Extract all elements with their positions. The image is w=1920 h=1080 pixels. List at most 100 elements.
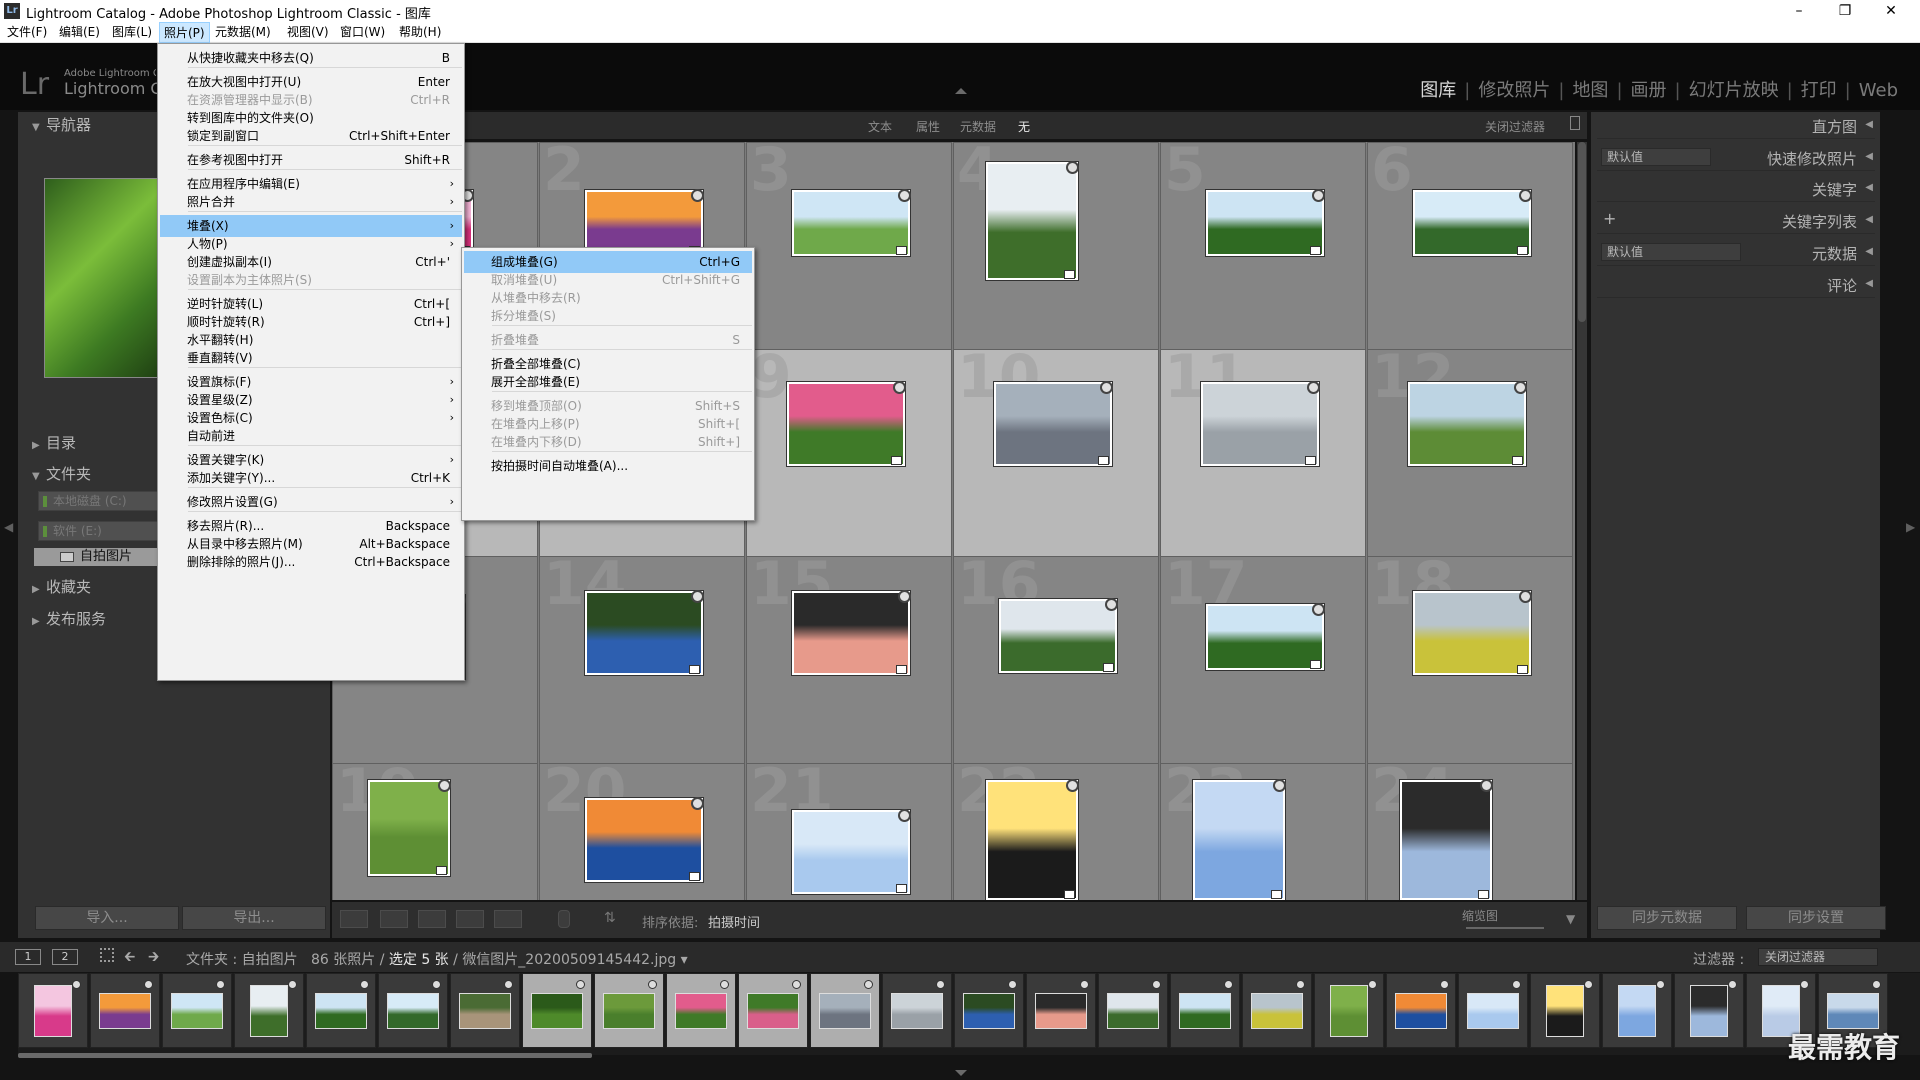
quick-collection-marker-icon[interactable] [720,980,729,989]
grid-cell[interactable]: 3 [746,142,952,350]
grid-cell[interactable]: 23 [1160,763,1366,900]
quick-collection-marker-icon[interactable] [288,980,297,989]
quick-collection-marker-icon[interactable] [893,381,906,394]
quick-collection-marker-icon[interactable] [792,980,801,989]
navigator-header[interactable]: ▼ 导航器 [32,114,91,135]
photo-menu-item[interactable]: 修改照片设置(G) › [160,491,462,513]
quick-collection-marker-icon[interactable] [1519,590,1532,603]
photo-thumbnail[interactable] [1193,780,1285,900]
keywording-header[interactable]: 关键字 ◀ [1597,175,1875,202]
quick-collection-marker-icon[interactable] [1066,161,1079,174]
compare-view-icon[interactable] [418,910,446,928]
quick-collection-marker-icon[interactable] [1519,189,1532,202]
grid-cell[interactable]: 19 [332,763,538,900]
close-button[interactable]: ✕ [1868,0,1914,22]
filmstrip-thumbnail[interactable] [378,973,448,1048]
export-button[interactable]: 导出... [182,906,326,930]
quick-collection-marker-icon[interactable] [1100,381,1113,394]
grid-cell[interactable]: 14 [539,556,745,764]
menu-file[interactable]: 文件(F) [3,22,51,43]
grid-cell[interactable]: 18 [1367,556,1573,764]
primary-window-button[interactable]: 1 [15,949,41,965]
grid-cell[interactable]: 15 [746,556,952,764]
quick-collection-marker-icon[interactable] [1066,779,1079,792]
sync-settings-button[interactable]: 同步设置 [1746,906,1886,930]
grid-cell[interactable]: 20 [539,763,745,900]
back-arrow-icon[interactable]: 🡰 [124,946,135,970]
quick-collection-marker-icon[interactable] [1440,980,1449,989]
photo-thumbnail[interactable] [999,599,1117,673]
quick-collection-marker-icon[interactable] [1656,980,1665,989]
photo-thumbnail[interactable] [1206,604,1324,670]
photo-menu-item[interactable]: 在参考视图中打开 Shift+R [160,149,462,171]
quick-develop-header[interactable]: 默认值 快速修改照片 ◀ [1597,144,1875,171]
quick-collection-marker-icon[interactable] [1512,980,1521,989]
photo-menu-item[interactable]: 自动前进 [160,425,462,447]
quick-collection-marker-icon[interactable] [898,189,911,202]
metadata-header[interactable]: 默认值 元数据 ◀ [1597,239,1875,266]
quick-collection-marker-icon[interactable] [1368,980,1377,989]
photo-thumbnail[interactable] [1413,591,1531,675]
photo-thumbnail[interactable] [994,382,1112,466]
filmstrip-thumbnail[interactable] [90,973,160,1048]
left-panel-toggle-icon[interactable]: ◀ [4,520,13,534]
menu-library[interactable]: 图库(L) [108,22,156,43]
filmstrip-thumbnail[interactable] [1602,973,1672,1048]
quick-collection-marker-icon[interactable] [1728,980,1737,989]
minimize-button[interactable]: – [1776,0,1822,22]
grid-cell[interactable]: 11 [1160,349,1366,557]
quick-collection-marker-icon[interactable] [1080,980,1089,989]
quick-collection-marker-icon[interactable] [1152,980,1161,989]
stack-menu-item[interactable]: 展开全部堆叠(E) [464,371,752,393]
quick-collection-marker-icon[interactable] [691,797,704,810]
photo-thumbnail[interactable] [792,190,910,256]
photo-menu-item[interactable]: 添加关键字(Y)... Ctrl+K [160,467,462,489]
quick-collection-marker-icon[interactable] [1224,980,1233,989]
secondary-window-button[interactable]: 2 [52,949,78,965]
sort-select[interactable]: 拍摄时间 [708,912,760,931]
quick-collection-marker-icon[interactable] [936,980,945,989]
grid-cell[interactable]: 12 [1367,349,1573,557]
filmstrip-thumbnail[interactable] [1242,973,1312,1048]
photo-thumbnail[interactable] [585,591,703,675]
photo-thumbnail[interactable] [1206,190,1324,256]
filmstrip-source[interactable]: 文件夹 : 自拍图片 86 张照片 / 选定 5 张 / 微信图片_202005… [186,949,688,969]
quick-collection-marker-icon[interactable] [144,980,153,989]
photo-thumbnail[interactable] [787,382,905,466]
grid-cell[interactable]: 6 [1367,142,1573,350]
thumbnail-slider[interactable] [1466,927,1544,929]
photo-thumbnail[interactable] [792,591,910,675]
folder-item-selected[interactable]: 自拍图片 [34,548,160,566]
filmstrip-thumbnail[interactable] [594,973,664,1048]
navigator-preview[interactable] [44,178,164,378]
quick-collection-marker-icon[interactable] [1800,980,1809,989]
photo-menu-item[interactable]: 删除排除的照片(J)... Ctrl+Backspace [160,551,462,573]
comments-header[interactable]: 评论 ◀ [1597,271,1875,298]
forward-arrow-icon[interactable]: 🡲 [148,946,159,970]
grid-icon[interactable] [100,948,114,962]
metadata-preset-select[interactable]: 默认值 [1601,243,1741,261]
quick-collection-marker-icon[interactable] [504,980,513,989]
filmstrip-thumbnail[interactable] [1170,973,1240,1048]
quick-collection-marker-icon[interactable] [1480,779,1493,792]
filmstrip-thumbnail[interactable] [1098,973,1168,1048]
filmstrip-thumbnail[interactable] [450,973,520,1048]
grid-cell[interactable]: 22 [953,763,1159,900]
photo-thumbnail[interactable] [368,780,450,876]
filter-none[interactable]: 无 [1018,118,1030,135]
filmstrip-thumbnail[interactable] [810,973,880,1048]
filmstrip-thumbnail[interactable] [738,973,808,1048]
photo-thumbnail[interactable] [1400,780,1492,900]
menu-window[interactable]: 窗口(W) [336,22,389,43]
module-print[interactable]: 打印 [1793,80,1845,101]
filter-metadata[interactable]: 元数据 [960,118,996,135]
filmstrip-thumbnail[interactable] [1386,973,1456,1048]
photo-thumbnail[interactable] [986,162,1078,280]
menu-help[interactable]: 帮助(H) [395,22,445,43]
menu-edit[interactable]: 编辑(E) [55,22,104,43]
grid-cell[interactable]: 17 [1160,556,1366,764]
grid-scrollbar[interactable] [1577,142,1587,900]
restore-button[interactable]: ❐ [1822,0,1868,22]
toolbar-menu-icon[interactable]: ▼ [1566,912,1575,926]
photo-menu-item[interactable]: 从快捷收藏夹中移去(Q) B [160,47,462,69]
